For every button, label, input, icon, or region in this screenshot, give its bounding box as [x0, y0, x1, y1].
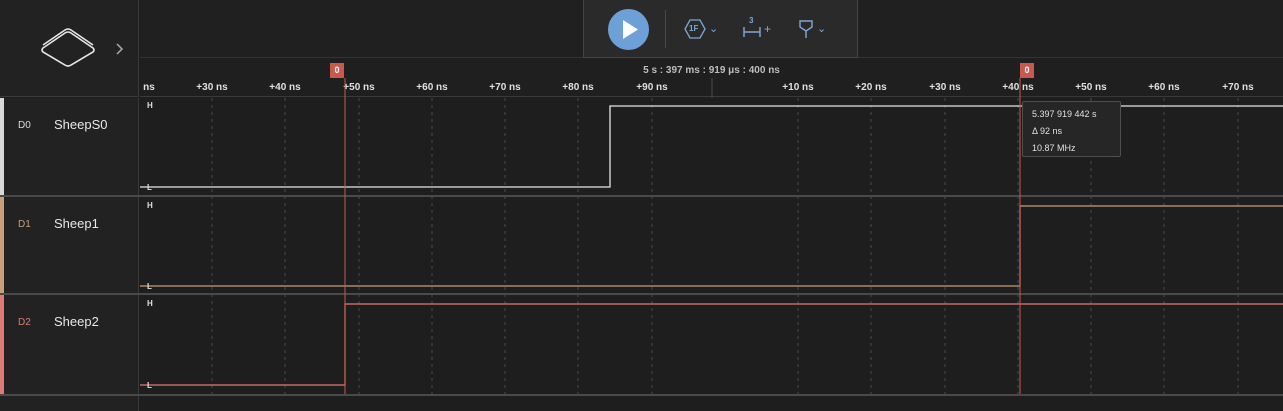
tooltip-time: 5.397 919 442 s: [1032, 109, 1097, 119]
measurement-tooltip: 5.397 919 442 s Δ 92 ns 10.87 MHz: [1022, 101, 1121, 157]
waveform-area[interactable]: [0, 0, 1283, 411]
tooltip-frequency: 10.87 MHz: [1032, 143, 1076, 153]
level-low-label: L: [147, 381, 152, 390]
level-high-label: H: [147, 201, 153, 210]
level-low-label: L: [147, 183, 152, 192]
waveform-d2: [140, 303, 1283, 386]
level-high-label: H: [147, 299, 153, 308]
logic-analyzer-app: 1F ⌄ 3 + ⌄ 5 s : 397 ms : 919 μs : 400 n…: [0, 0, 1283, 411]
level-high-label: H: [147, 101, 153, 110]
level-low-label: L: [147, 282, 152, 291]
tooltip-delta: Δ 92 ns: [1032, 126, 1063, 136]
waveform-d1: [140, 205, 1283, 287]
